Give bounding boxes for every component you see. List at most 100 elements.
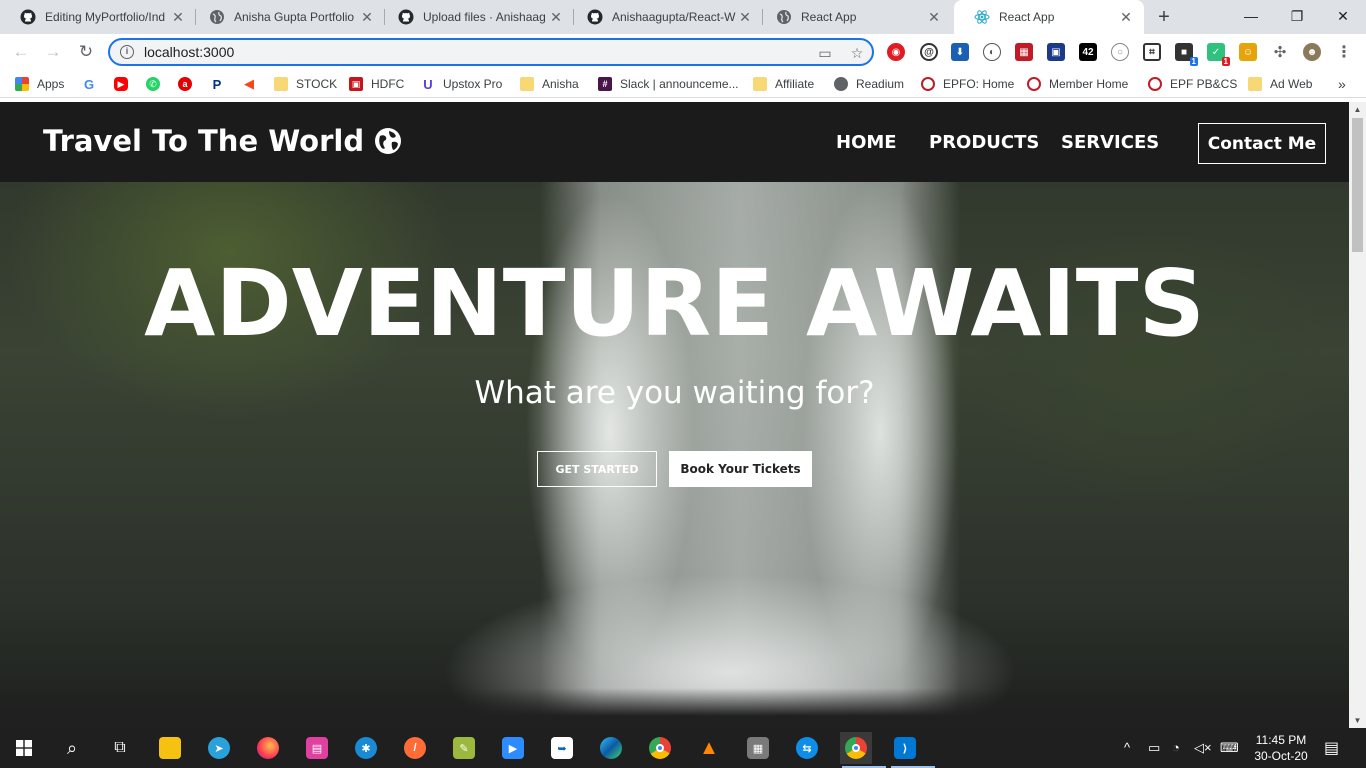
- taskbar-calculator[interactable]: ▦: [742, 732, 774, 764]
- taskbar-clock[interactable]: 11:45 PM 30-Oct-20: [1248, 732, 1314, 764]
- taskbar-app[interactable]: ▤: [301, 732, 333, 764]
- notifications-icon[interactable]: ▤: [1324, 738, 1339, 758]
- address-bar[interactable]: i localhost:3000 ▭ ☆: [108, 38, 874, 66]
- bookmark-label: Upstox Pro: [443, 77, 503, 91]
- taskbar-app[interactable]: ✱: [350, 732, 382, 764]
- close-tab-icon[interactable]: ✕: [548, 9, 564, 25]
- bookmark-affiliate[interactable]: Affiliate: [753, 75, 814, 93]
- chrome-icon: [845, 737, 867, 759]
- taskbar-chrome-active[interactable]: [840, 732, 886, 768]
- bookmark-whatsapp[interactable]: ✆: [146, 75, 160, 93]
- extension-icon[interactable]: ◐: [983, 43, 1001, 61]
- minimize-icon[interactable]: —: [1228, 0, 1274, 32]
- close-tab-icon[interactable]: ✕: [170, 9, 186, 25]
- bookmark-stock[interactable]: STOCK: [274, 75, 337, 93]
- site-info-icon[interactable]: i: [120, 45, 134, 59]
- extension-icon[interactable]: ☺: [1239, 43, 1257, 61]
- taskbar-firefox[interactable]: [252, 732, 284, 764]
- taskbar-zoom[interactable]: ▶: [497, 732, 529, 764]
- show-hidden-icons[interactable]: ^: [1124, 740, 1130, 755]
- bookmark-member-home[interactable]: Member Home: [1027, 75, 1128, 93]
- nav-services-link[interactable]: SERVICES: [1061, 132, 1159, 153]
- browser-tab[interactable]: Upload files · Anishaag ✕: [378, 0, 574, 34]
- bookmark-slack[interactable]: # Slack | announceme...: [598, 75, 739, 93]
- keyboard-icon[interactable]: ⌨: [1220, 740, 1239, 756]
- scroll-up-icon[interactable]: ▲: [1353, 105, 1362, 114]
- browser-tab[interactable]: Editing MyPortfolio/Ind ✕: [0, 0, 196, 34]
- bookmark-readium[interactable]: Readium: [834, 75, 904, 93]
- url-text[interactable]: localhost:3000: [144, 44, 234, 60]
- taskbar-postman[interactable]: /: [399, 732, 431, 764]
- restore-icon[interactable]: ❐: [1274, 0, 1320, 32]
- search-button[interactable]: ⌕: [56, 732, 88, 764]
- scroll-down-icon[interactable]: ▼: [1353, 716, 1362, 725]
- close-window-icon[interactable]: ✕: [1320, 0, 1366, 32]
- site-logo[interactable]: Travel To The World: [43, 124, 402, 158]
- forward-icon[interactable]: →: [41, 40, 65, 64]
- start-button[interactable]: [8, 732, 40, 764]
- close-tab-icon[interactable]: ✕: [737, 9, 753, 25]
- bookmark-star-icon[interactable]: ☆: [848, 44, 866, 62]
- close-tab-icon[interactable]: ✕: [1118, 9, 1134, 25]
- new-tab-button[interactable]: +: [1154, 7, 1174, 27]
- vlc-icon: ▲: [699, 736, 719, 759]
- screenshot-extension-icon[interactable]: ⌗: [1143, 43, 1161, 61]
- task-view-button[interactable]: ⧉: [104, 732, 136, 764]
- close-tab-icon[interactable]: ✕: [359, 9, 375, 25]
- bookmark-paypal[interactable]: P: [210, 75, 224, 93]
- taskbar-file-explorer[interactable]: [154, 732, 186, 764]
- taskbar-vscode[interactable]: ⟩: [889, 732, 935, 768]
- extension-icon[interactable]: ■ 1: [1175, 43, 1198, 66]
- close-tab-icon[interactable]: ✕: [926, 9, 942, 25]
- more-bookmarks-icon[interactable]: »: [1338, 75, 1346, 93]
- bookmark-airtel[interactable]: a: [178, 75, 192, 93]
- taskbar-telegram[interactable]: ➤: [203, 732, 235, 764]
- screen-extension-icon[interactable]: ▣: [1047, 43, 1065, 61]
- contact-me-button[interactable]: Contact Me: [1198, 123, 1326, 164]
- extension-icon[interactable]: ✓ 1: [1207, 43, 1230, 66]
- volume-icon[interactable]: ◁×: [1194, 740, 1212, 756]
- taskbar-teamviewer[interactable]: ⇆: [791, 732, 823, 764]
- taskbar-vlc[interactable]: ▲: [693, 732, 725, 764]
- browser-tab[interactable]: Anisha Gupta Portfolio ✕: [189, 0, 385, 34]
- extension-icon[interactable]: ○: [1111, 43, 1129, 61]
- back-icon[interactable]: ←: [9, 40, 33, 64]
- taskbar-edge[interactable]: [595, 732, 627, 764]
- bookmark-epf-pbcs[interactable]: EPF PB&CS: [1148, 75, 1237, 93]
- taskbar-app[interactable]: ➥: [546, 732, 578, 764]
- nav-products-link[interactable]: PRODUCTS: [929, 132, 1039, 153]
- reload-icon[interactable]: ↻: [74, 40, 98, 64]
- get-started-button[interactable]: GET STARTED: [537, 451, 657, 487]
- browser-tab[interactable]: Anishaagupta/React-W ✕: [567, 0, 763, 34]
- bookmark-youtube[interactable]: ▶: [114, 75, 128, 93]
- adblock-extension-icon[interactable]: ◉: [887, 43, 905, 61]
- nav-home-link[interactable]: HOME: [836, 132, 897, 153]
- bookmark-kite[interactable]: ◀: [242, 75, 256, 93]
- cast-icon[interactable]: ▭: [816, 44, 834, 62]
- globe-icon: [209, 9, 225, 25]
- download-extension-icon[interactable]: ⬇: [951, 43, 969, 61]
- extension-icon[interactable]: ▦: [1015, 43, 1033, 61]
- taskbar-chrome[interactable]: [644, 732, 676, 764]
- bookmark-epfo[interactable]: EPFO: Home: [921, 75, 1014, 93]
- puzzle-icon[interactable]: ✣: [1271, 43, 1289, 61]
- bookmark-upstox[interactable]: U Upstox Pro: [421, 75, 502, 93]
- browser-tab[interactable]: React App ✕: [756, 0, 952, 34]
- page-scrollbar[interactable]: ▲ ▼: [1349, 102, 1366, 728]
- book-tickets-button[interactable]: Book Your Tickets: [669, 451, 812, 487]
- extension-42-icon[interactable]: 42: [1079, 43, 1097, 61]
- taskbar-app[interactable]: ✎: [448, 732, 480, 764]
- bookmark-apps[interactable]: Apps: [15, 75, 64, 93]
- scrollbar-thumb[interactable]: [1352, 118, 1363, 252]
- bookmark-anisha[interactable]: Anisha: [520, 75, 579, 93]
- profile-avatar[interactable]: ☻: [1303, 43, 1321, 61]
- extension-icon[interactable]: @: [920, 43, 938, 61]
- bookmark-ad-web[interactable]: Ad Web: [1248, 75, 1312, 93]
- browser-tab-active[interactable]: React App ✕: [954, 0, 1144, 34]
- menu-icon[interactable]: ⋮: [1335, 43, 1353, 61]
- battery-icon[interactable]: ▭: [1148, 740, 1160, 756]
- search-icon: ⌕: [66, 737, 78, 758]
- wifi-icon[interactable]: ◔: [1172, 740, 1180, 755]
- bookmark-google[interactable]: G: [82, 75, 96, 93]
- bookmark-hdfc[interactable]: ▣ HDFC: [349, 75, 404, 93]
